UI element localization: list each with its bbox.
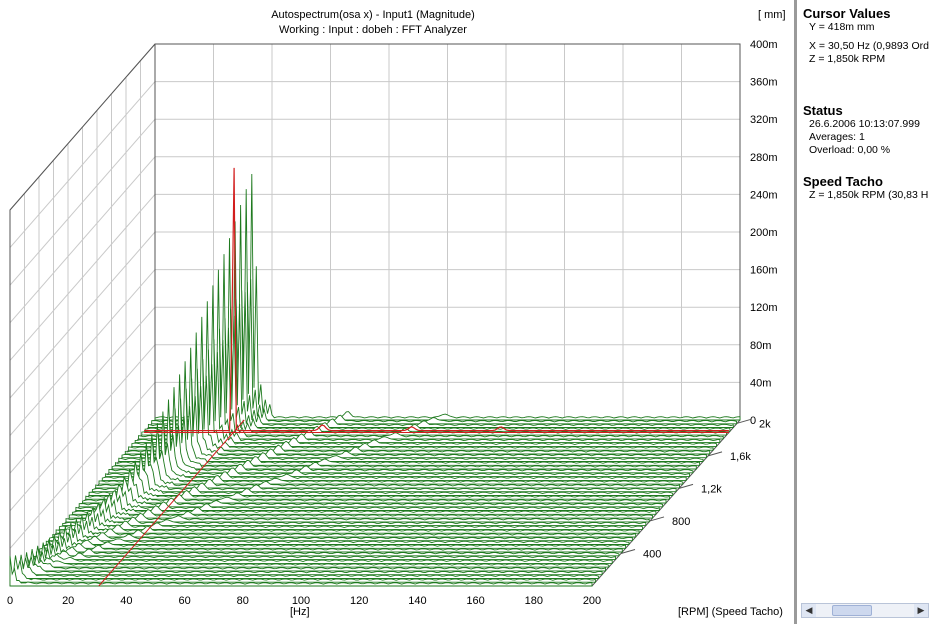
status-overload: Overload: 0,00 % xyxy=(809,144,891,156)
speed-tacho-section: Speed Tacho Z = 1,850k RPM (30,83 H xyxy=(803,174,928,202)
y-tick-label: 200m xyxy=(750,227,778,239)
status-title: Status xyxy=(803,103,843,118)
y-tick-label: 120m xyxy=(750,302,778,314)
spectrum-slice xyxy=(138,254,724,440)
z-tick-label: 400 xyxy=(643,548,661,560)
waterfall-plot[interactable]: Autospectrum(osa x) - Input1 (Magnitude)… xyxy=(0,0,794,624)
x-axis-unit-label: [Hz] xyxy=(290,606,310,618)
scroll-thumb[interactable] xyxy=(832,605,872,616)
z-tick-label: 2k xyxy=(759,418,771,430)
x-tick-label: 200 xyxy=(583,595,601,607)
status-averages: Averages: 1 xyxy=(809,131,865,143)
chart-subtitle: Working : Input : dobeh : FFT Analyzer xyxy=(279,24,467,36)
y-tick-label: 280m xyxy=(750,152,778,164)
y-tick-label: 360m xyxy=(750,77,778,89)
scroll-left-icon[interactable]: ◀ xyxy=(802,604,816,617)
x-tick-label: 0 xyxy=(7,595,13,607)
cursor-z-value: Z = 1,850k RPM xyxy=(809,53,886,65)
y-tick-label: 160m xyxy=(750,265,778,277)
x-tick-label: 20 xyxy=(62,595,74,607)
cursor-x-value: X = 30,50 Hz (0,9893 Ord xyxy=(809,40,929,52)
y-tick-label: 40m xyxy=(750,377,771,389)
status-section: Status 26.6.2006 10:13:07.999 Averages: … xyxy=(803,103,920,157)
speed-tacho-value: Z = 1,850k RPM (30,83 H xyxy=(809,189,929,201)
chart-title: Autospectrum(osa x) - Input1 (Magnitude) xyxy=(271,9,475,21)
horizontal-scrollbar[interactable]: ◀ ▶ xyxy=(801,603,929,618)
x-tick-label: 80 xyxy=(237,595,249,607)
y-axis-unit-label: [ mm] xyxy=(758,9,786,21)
speed-tacho-title: Speed Tacho xyxy=(803,174,883,189)
y-tick-label: 400m xyxy=(750,39,778,51)
x-tick-label: 180 xyxy=(525,595,543,607)
cursor-y-value: Y = 418m mm xyxy=(809,21,875,33)
y-tick-label: 0 xyxy=(750,415,756,427)
cursor-values-section: Cursor Values Y = 418m mm X = 30,50 Hz (… xyxy=(803,6,929,66)
y-tick-label: 320m xyxy=(750,114,778,126)
z-tick-label: 800 xyxy=(672,516,690,528)
y-tick-label: 80m xyxy=(750,340,771,352)
x-tick-label: 140 xyxy=(408,595,426,607)
z-tick-label: 1,6k xyxy=(730,451,751,463)
x-tick-label: 100 xyxy=(292,595,310,607)
x-tick-label: 40 xyxy=(120,595,132,607)
y-tick-label: 240m xyxy=(750,189,778,201)
info-panel: Cursor Values Y = 418m mm X = 30,50 Hz (… xyxy=(794,0,930,624)
x-tick-label: 160 xyxy=(466,595,484,607)
waterfall-chart[interactable]: Autospectrum(osa x) - Input1 (Magnitude)… xyxy=(0,0,794,624)
status-datetime: 26.6.2006 10:13:07.999 xyxy=(809,118,920,130)
scroll-right-icon[interactable]: ▶ xyxy=(914,604,928,617)
z-axis-unit-label: [RPM] (Speed Tacho) xyxy=(678,606,783,618)
z-tick-label: 1,2k xyxy=(701,483,722,495)
x-tick-label: 120 xyxy=(350,595,368,607)
cursor-values-title: Cursor Values xyxy=(803,6,891,21)
x-tick-label: 60 xyxy=(178,595,190,607)
